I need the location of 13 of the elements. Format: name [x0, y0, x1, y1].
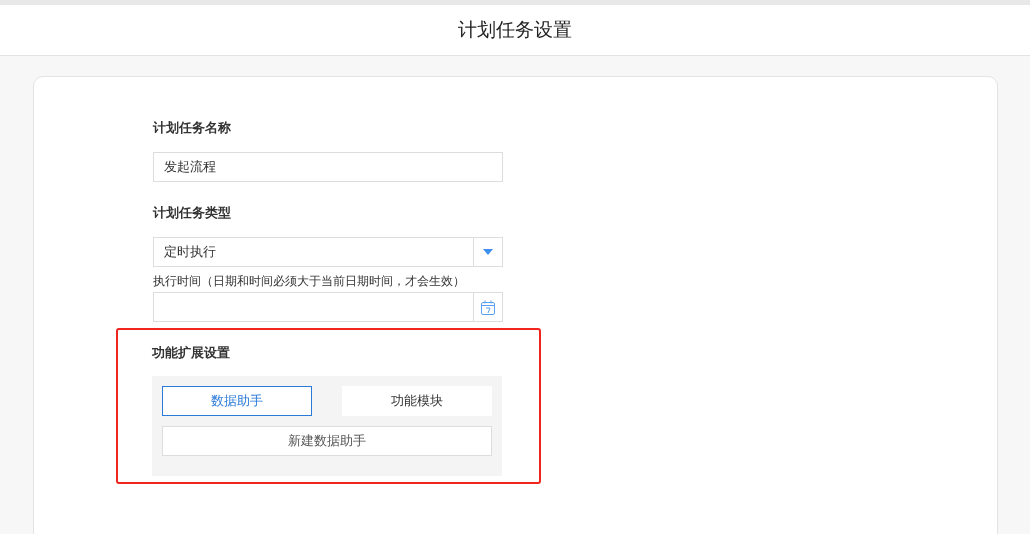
date-input[interactable] — [153, 292, 503, 322]
dropdown-caret-icon — [483, 249, 493, 255]
page-title: 计划任务设置 — [458, 17, 572, 42]
section-title: 功能扩展设置 — [152, 344, 231, 362]
name-input[interactable]: 发起流程 — [153, 152, 503, 182]
tab[interactable]: 功能模块 — [342, 386, 492, 416]
field-label: 计划任务名称 — [153, 119, 232, 137]
calendar-icon — [481, 299, 495, 315]
field-label: 执行时间（日期和时间必须大于当前日期时间，才会生效） — [153, 274, 466, 290]
tab[interactable]: 数据助手 — [162, 386, 312, 416]
type-select[interactable]: 定时执行 — [153, 237, 503, 267]
field-label: 计划任务类型 — [153, 204, 232, 222]
new-data-helper-button[interactable]: 新建数据助手 — [162, 426, 492, 456]
